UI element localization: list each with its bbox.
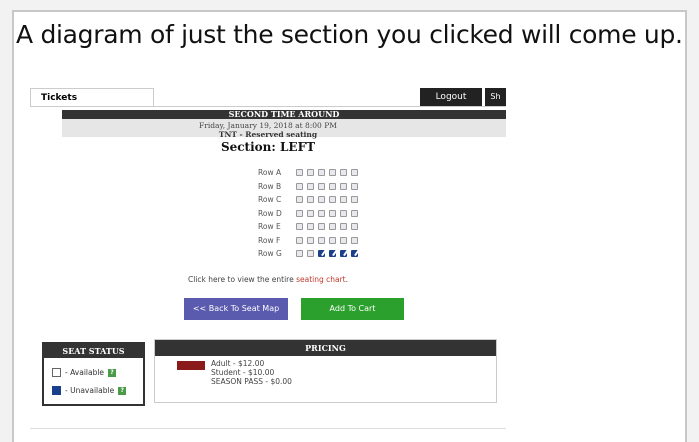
add-to-cart-button[interactable]: Add To Cart: [301, 298, 404, 320]
row-label: Row F: [258, 235, 281, 245]
seat-status-title: SEAT STATUS: [44, 344, 143, 358]
section-title: Section: LEFT: [220, 140, 316, 154]
available-seat[interactable]: [351, 169, 358, 177]
legend-available-label: - Available: [65, 368, 105, 377]
seat-row: Row G: [258, 247, 362, 261]
available-seat[interactable]: [296, 209, 303, 217]
back-to-seat-map-button[interactable]: << Back To Seat Map: [184, 298, 288, 320]
available-seat[interactable]: [340, 169, 347, 177]
seating-chart-link[interactable]: seating chart: [296, 275, 346, 284]
price-color-swatch: [177, 361, 205, 370]
tab-partial[interactable]: Sh: [485, 88, 506, 106]
legend-unavailable-label: - Unavailable: [65, 386, 115, 395]
row-label: Row C: [258, 195, 282, 205]
available-seat[interactable]: [307, 223, 314, 231]
available-seat[interactable]: [351, 223, 358, 231]
unavailable-seat: [318, 250, 325, 258]
available-seat[interactable]: [318, 223, 325, 231]
available-seat[interactable]: [307, 250, 314, 258]
seat-status-legend: SEAT STATUS - Available ? - Unavailable …: [42, 342, 145, 406]
available-seat[interactable]: [307, 169, 314, 177]
seating-chart-line: Click here to view the entire seating ch…: [30, 275, 506, 284]
seat-row: Row F: [258, 234, 362, 248]
seat-row: Row C: [258, 193, 362, 207]
available-seat[interactable]: [296, 182, 303, 190]
price-item: Adult - $12.00: [211, 359, 265, 368]
available-seat[interactable]: [318, 182, 325, 190]
available-seat[interactable]: [329, 209, 336, 217]
available-seat-icon: [52, 368, 61, 377]
row-label: Row D: [258, 208, 282, 218]
available-seat[interactable]: [351, 182, 358, 190]
help-icon[interactable]: ?: [118, 386, 127, 395]
help-icon[interactable]: ?: [108, 368, 117, 377]
unavailable-seat: [329, 250, 336, 258]
row-label: Row B: [258, 181, 282, 191]
available-seat[interactable]: [296, 250, 303, 258]
caption-text: A diagram of just the section you clicke…: [16, 20, 683, 49]
event-title: SECOND TIME AROUND: [62, 110, 506, 119]
price-list: Adult - $12.00 Student - $10.00 SEASON P…: [211, 359, 292, 386]
seat-row: Row B: [258, 180, 362, 194]
available-seat[interactable]: [296, 223, 303, 231]
divider: [30, 428, 506, 429]
available-seat[interactable]: [340, 182, 347, 190]
unavailable-seat: [351, 250, 358, 258]
event-seating-type: TNT - Reserved seating: [218, 130, 318, 139]
available-seat[interactable]: [307, 196, 314, 204]
available-seat[interactable]: [329, 169, 336, 177]
available-seat[interactable]: [296, 196, 303, 204]
available-seat[interactable]: [340, 236, 347, 244]
seating-chart-period: .: [345, 275, 349, 284]
row-label: Row E: [258, 222, 281, 232]
price-item: SEASON PASS - $0.00: [211, 377, 292, 386]
available-seat[interactable]: [318, 196, 325, 204]
ticket-screenshot: Tickets Logout Sh SECOND TIME AROUND Fri…: [30, 88, 506, 428]
seat-row: Row A: [258, 166, 362, 180]
unavailable-seat: [340, 250, 347, 258]
available-seat[interactable]: [307, 236, 314, 244]
price-item: Student - $10.00: [211, 368, 275, 377]
available-seat[interactable]: [351, 209, 358, 217]
available-seat[interactable]: [340, 209, 347, 217]
event-date: Friday, January 19, 2018 at 8:00 PM: [199, 121, 337, 130]
available-seat[interactable]: [340, 196, 347, 204]
unavailable-seat-icon: [52, 386, 61, 395]
pricing-panel: PRICING Adult - $12.00 Student - $10.00 …: [154, 339, 497, 403]
pricing-title: PRICING: [155, 340, 496, 356]
available-seat[interactable]: [329, 182, 336, 190]
available-seat[interactable]: [318, 169, 325, 177]
available-seat[interactable]: [318, 236, 325, 244]
tab-bar: Tickets Logout Sh: [30, 88, 506, 107]
available-seat[interactable]: [329, 196, 336, 204]
tab-tickets[interactable]: Tickets: [30, 88, 154, 106]
row-label: Row G: [258, 249, 282, 259]
available-seat[interactable]: [351, 196, 358, 204]
seat-grid: Row A Row B Row C Row D Row E Row F Row G: [258, 166, 362, 261]
seat-row: Row D: [258, 207, 362, 221]
seat-row: Row E: [258, 220, 362, 234]
available-seat[interactable]: [340, 223, 347, 231]
legend-available: - Available ?: [52, 368, 117, 377]
available-seat[interactable]: [296, 169, 303, 177]
available-seat[interactable]: [351, 236, 358, 244]
available-seat[interactable]: [318, 209, 325, 217]
logout-button[interactable]: Logout: [420, 88, 482, 106]
available-seat[interactable]: [329, 223, 336, 231]
available-seat[interactable]: [307, 209, 314, 217]
legend-unavailable: - Unavailable ?: [52, 386, 127, 395]
row-label: Row A: [258, 168, 282, 178]
available-seat[interactable]: [329, 236, 336, 244]
available-seat[interactable]: [296, 236, 303, 244]
seating-chart-prompt: Click here to view the entire: [187, 275, 297, 284]
available-seat[interactable]: [307, 182, 314, 190]
